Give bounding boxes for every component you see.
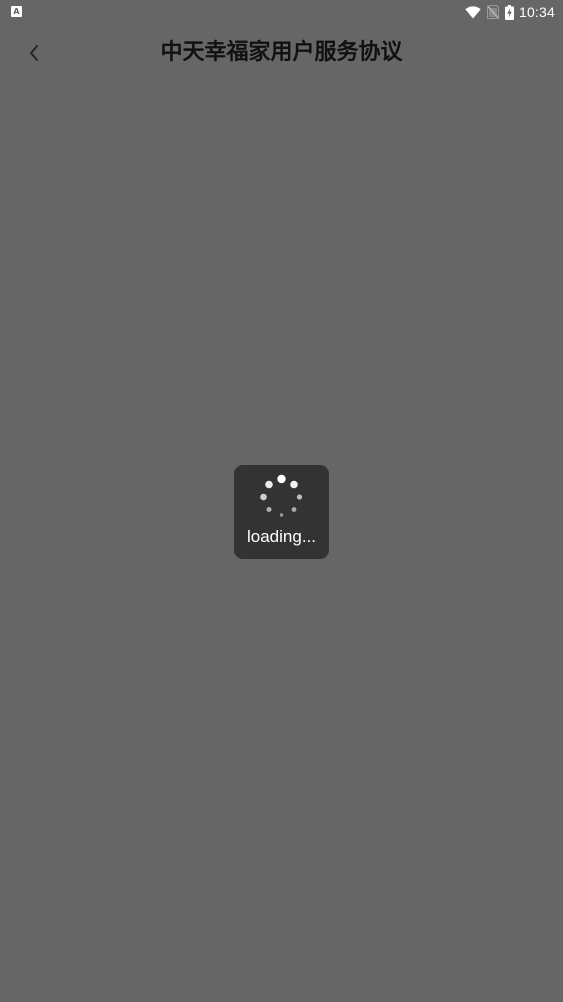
spinner-icon xyxy=(260,474,303,517)
wifi-icon xyxy=(465,5,481,18)
status-icons: 10:34 xyxy=(465,2,555,22)
status-bar: A 10:34 xyxy=(0,0,563,24)
loading-toast: loading... xyxy=(234,465,329,559)
navigation-bar: 中天幸福家用户服务协议 xyxy=(0,24,563,82)
android-notification-icon: A xyxy=(11,6,22,17)
notification-icon-letter: A xyxy=(13,7,20,16)
battery-charging-icon xyxy=(504,4,514,20)
no-sim-icon xyxy=(486,5,499,19)
loading-text: loading... xyxy=(247,527,316,546)
status-time: 10:34 xyxy=(518,4,555,20)
page-title: 中天幸福家用户服务协议 xyxy=(160,40,403,65)
